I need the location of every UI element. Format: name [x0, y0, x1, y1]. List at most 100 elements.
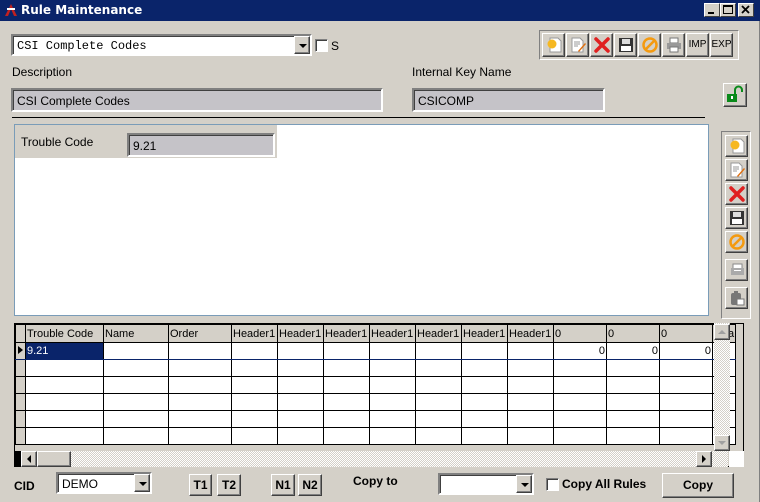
table-cell[interactable]: [323, 376, 370, 394]
column-header[interactable]: Trouble Code: [25, 324, 104, 343]
detail-print-button[interactable]: [725, 259, 748, 281]
new-button[interactable]: [542, 33, 565, 57]
table-cell[interactable]: [606, 410, 660, 428]
table-cell[interactable]: [323, 393, 370, 411]
cid-select[interactable]: DEMO: [56, 472, 152, 494]
table-cell[interactable]: [461, 342, 508, 360]
row-indicator[interactable]: [15, 359, 26, 377]
table-cell[interactable]: [461, 376, 508, 394]
scroll-up-button[interactable]: [714, 324, 730, 340]
print-button[interactable]: [662, 33, 685, 57]
detail-new-button[interactable]: [725, 135, 748, 157]
table-cell[interactable]: [168, 359, 232, 377]
minimize-button[interactable]: [704, 3, 720, 17]
table-row[interactable]: [15, 393, 737, 411]
table-cell[interactable]: [606, 376, 660, 394]
table-cell[interactable]: 0: [659, 342, 713, 360]
table-cell[interactable]: [415, 342, 462, 360]
maximize-button[interactable]: [720, 3, 736, 17]
close-button[interactable]: [738, 3, 754, 17]
scroll-down-button[interactable]: [714, 435, 730, 451]
scroll-left-button[interactable]: [21, 451, 37, 467]
column-header[interactable]: 0: [659, 324, 713, 343]
table-cell[interactable]: [659, 393, 713, 411]
column-header[interactable]: Header1: [231, 324, 278, 343]
column-header[interactable]: Header1: [461, 324, 508, 343]
table-cell[interactable]: [231, 359, 278, 377]
description-field[interactable]: CSI Complete Codes: [11, 88, 383, 112]
column-header[interactable]: Order: [168, 324, 232, 343]
table-cell[interactable]: [461, 359, 508, 377]
column-header[interactable]: 0: [553, 324, 607, 343]
table-cell[interactable]: [461, 427, 508, 445]
table-cell[interactable]: [231, 342, 278, 360]
table-cell[interactable]: [168, 376, 232, 394]
t2-button[interactable]: T2: [217, 474, 241, 496]
copy-button[interactable]: Copy: [662, 473, 734, 498]
table-cell[interactable]: [415, 427, 462, 445]
n1-button[interactable]: N1: [271, 474, 295, 496]
detail-edit-button[interactable]: [725, 159, 748, 181]
table-cell[interactable]: [369, 376, 416, 394]
table-cell[interactable]: [461, 393, 508, 411]
detail-cancel-button[interactable]: [725, 231, 748, 253]
column-header[interactable]: 0: [606, 324, 660, 343]
table-cell[interactable]: [323, 410, 370, 428]
table-cell[interactable]: [25, 410, 104, 428]
table-cell[interactable]: [277, 427, 324, 445]
grid-horizontal-scrollbar[interactable]: [15, 451, 728, 467]
t1-button[interactable]: T1: [189, 474, 212, 496]
table-cell[interactable]: [659, 410, 713, 428]
save-button[interactable]: [614, 33, 637, 57]
table-cell[interactable]: [323, 359, 370, 377]
table-cell[interactable]: [369, 342, 416, 360]
column-header[interactable]: Header1: [323, 324, 370, 343]
scroll-right-button[interactable]: [696, 451, 712, 467]
table-cell[interactable]: [553, 410, 607, 428]
trouble-code-field[interactable]: 9.21: [127, 133, 275, 157]
table-cell[interactable]: [507, 342, 554, 360]
table-cell[interactable]: [277, 376, 324, 394]
detail-paste-button[interactable]: [725, 287, 748, 309]
table-row[interactable]: [15, 376, 737, 394]
table-cell[interactable]: [415, 393, 462, 411]
table-cell[interactable]: [277, 410, 324, 428]
table-cell[interactable]: [277, 342, 324, 360]
copy-to-select[interactable]: [438, 473, 534, 495]
table-cell[interactable]: [369, 410, 416, 428]
table-row[interactable]: [15, 359, 737, 377]
row-indicator[interactable]: [15, 410, 26, 428]
detail-save-button[interactable]: [725, 207, 748, 229]
table-cell[interactable]: [507, 410, 554, 428]
detail-delete-button[interactable]: [725, 183, 748, 205]
table-cell[interactable]: [553, 359, 607, 377]
table-cell[interactable]: [103, 427, 169, 445]
row-indicator[interactable]: [15, 427, 26, 445]
table-cell[interactable]: [231, 376, 278, 394]
table-row[interactable]: [15, 427, 737, 445]
table-cell[interactable]: [659, 376, 713, 394]
table-cell[interactable]: [606, 427, 660, 445]
table-cell[interactable]: [103, 393, 169, 411]
table-cell[interactable]: [369, 359, 416, 377]
edit-button[interactable]: [566, 33, 589, 57]
rule-select-dropdown-button[interactable]: [294, 36, 310, 54]
table-cell[interactable]: [168, 393, 232, 411]
table-cell[interactable]: [369, 427, 416, 445]
delete-button[interactable]: [590, 33, 613, 57]
copy-to-dropdown-button[interactable]: [516, 475, 532, 493]
table-cell[interactable]: [168, 410, 232, 428]
table-row[interactable]: 9.2100000: [15, 342, 737, 360]
table-cell[interactable]: [168, 427, 232, 445]
table-cell[interactable]: [231, 410, 278, 428]
table-cell[interactable]: [168, 342, 232, 360]
column-header[interactable]: Header1: [369, 324, 416, 343]
row-indicator[interactable]: [15, 376, 26, 394]
export-button[interactable]: EXP: [710, 33, 733, 57]
table-cell[interactable]: [553, 427, 607, 445]
table-cell[interactable]: [415, 359, 462, 377]
grid-vertical-scrollbar[interactable]: [714, 323, 730, 451]
table-cell[interactable]: 9.21: [25, 342, 104, 360]
table-cell[interactable]: [606, 393, 660, 411]
table-cell[interactable]: [277, 359, 324, 377]
